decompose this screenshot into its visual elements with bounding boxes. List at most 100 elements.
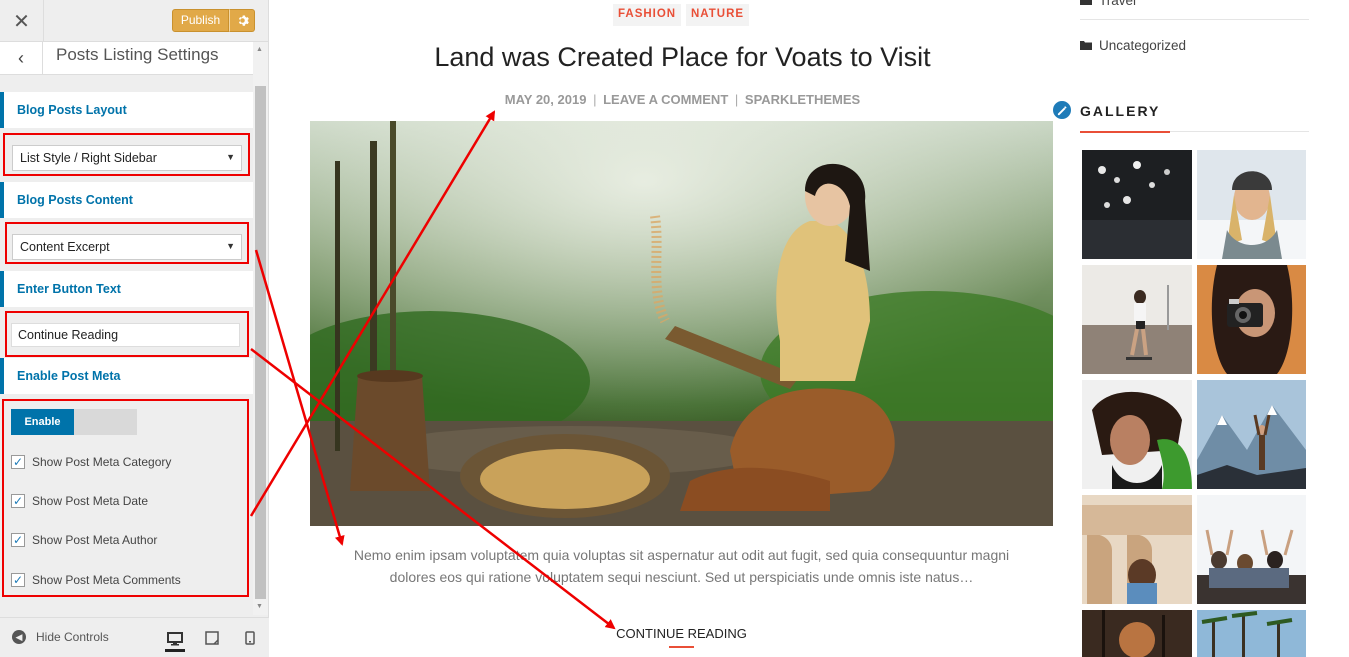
meta-separator: | bbox=[734, 92, 739, 107]
post-date-link[interactable]: MAY 20, 2019 bbox=[505, 92, 587, 107]
checkbox[interactable]: ✓ bbox=[11, 494, 25, 508]
category-label: Uncategorized bbox=[1099, 38, 1187, 53]
customizer-panel: ✕ Publish ‹ Posts Listing Settings ▲ ▼ B… bbox=[0, 0, 269, 657]
excerpt-line: dolores eos qui ratione voluptatem sequi… bbox=[389, 569, 974, 585]
pencil-icon bbox=[1057, 105, 1066, 115]
section-title: Posts Listing Settings bbox=[56, 45, 219, 64]
desktop-preview-button[interactable] bbox=[165, 628, 185, 652]
button-text-control-label: Enter Button Text bbox=[0, 271, 253, 307]
gallery-thumb-arches[interactable] bbox=[1082, 495, 1192, 604]
checkbox-label: Show Post Meta Author bbox=[32, 533, 158, 547]
caret-down-icon: ▼ bbox=[226, 152, 235, 162]
checkmark-icon: ✓ bbox=[12, 533, 24, 547]
gallery-thumb-blossoms[interactable] bbox=[1082, 150, 1192, 259]
excerpt-line: Nemo enim ipsam voluptatem quia voluptas… bbox=[353, 547, 1010, 563]
publish-settings-button[interactable] bbox=[229, 9, 255, 32]
post-title[interactable]: Land was Created Place for Voats to Visi… bbox=[290, 42, 1075, 73]
checkbox-meta-comments[interactable]: ✓ Show Post Meta Comments bbox=[11, 572, 181, 588]
featured-image-illustration bbox=[310, 121, 1053, 526]
thumb-image bbox=[1197, 265, 1306, 374]
sidebar-category-travel[interactable]: Travel bbox=[1080, 0, 1136, 8]
content-label-text: Blog Posts Content bbox=[17, 193, 133, 207]
checkbox-meta-author[interactable]: ✓ Show Post Meta Author bbox=[11, 532, 157, 548]
post-comments-link[interactable]: LEAVE A COMMENT bbox=[603, 92, 728, 107]
sidebar-divider bbox=[1080, 19, 1309, 20]
layout-select-value: List Style / Right Sidebar bbox=[20, 151, 157, 165]
thumb-image bbox=[1082, 265, 1192, 374]
content-select[interactable]: Content Excerpt ▼ bbox=[12, 234, 242, 260]
gallery-thumb-beanie-woman[interactable] bbox=[1197, 150, 1306, 259]
arrow-left-circle-icon: ◀ bbox=[12, 630, 26, 644]
folder-icon bbox=[1080, 0, 1092, 8]
checkmark-icon: ✓ bbox=[12, 455, 24, 469]
post-author-link[interactable]: SPARKLETHEMES bbox=[745, 92, 860, 107]
publish-button[interactable]: Publish bbox=[172, 9, 229, 32]
thumb-image bbox=[1082, 610, 1192, 657]
thumb-image bbox=[1082, 495, 1192, 604]
gallery-thumb-hair-woman[interactable] bbox=[1082, 380, 1192, 489]
edit-shortcut-button[interactable] bbox=[1051, 99, 1073, 121]
scroll-up-icon[interactable]: ▲ bbox=[256, 46, 263, 53]
button-text-label-text: Enter Button Text bbox=[17, 282, 121, 296]
checkmark-icon: ✓ bbox=[12, 494, 24, 508]
gallery-thumb-mountains[interactable] bbox=[1197, 380, 1306, 489]
meta-separator: | bbox=[593, 92, 597, 107]
toggle-on-label: Enable bbox=[11, 409, 74, 435]
tablet-preview-button[interactable] bbox=[202, 628, 222, 648]
gallery-title: GALLERY bbox=[1080, 103, 1161, 119]
gear-icon bbox=[238, 15, 249, 26]
category-label: Travel bbox=[1099, 0, 1137, 8]
continue-reading-button[interactable]: CONTINUE READING bbox=[560, 626, 803, 641]
post-meta-toggle[interactable]: Enable bbox=[11, 409, 137, 435]
post-meta: MAY 20, 2019 | LEAVE A COMMENT | SPARKLE… bbox=[290, 92, 1075, 107]
gallery-thumb-skater[interactable] bbox=[1082, 265, 1192, 374]
desktop-icon bbox=[167, 631, 183, 645]
category-tag[interactable]: NATURE bbox=[686, 4, 750, 26]
chevron-left-icon: ‹ bbox=[18, 48, 24, 68]
post-meta-control-label: Enable Post Meta bbox=[0, 358, 253, 394]
checkmark-icon: ✓ bbox=[12, 573, 24, 587]
checkbox-label: Show Post Meta Comments bbox=[32, 573, 181, 587]
gallery-divider-accent bbox=[1080, 131, 1170, 133]
checkbox-label: Show Post Meta Date bbox=[32, 494, 149, 508]
mobile-icon bbox=[245, 631, 255, 645]
screen: ✕ Publish ‹ Posts Listing Settings ▲ ▼ B… bbox=[0, 0, 1349, 657]
gallery-thumb-camera-woman[interactable] bbox=[1197, 265, 1306, 374]
gallery-thumb-sunset[interactable] bbox=[1082, 610, 1192, 657]
content-select-value: Content Excerpt bbox=[20, 240, 110, 254]
layout-select[interactable]: List Style / Right Sidebar ▼ bbox=[12, 145, 242, 171]
thumb-image bbox=[1197, 495, 1306, 604]
caret-down-icon: ▼ bbox=[226, 241, 235, 251]
gallery-thumb-palms[interactable] bbox=[1197, 610, 1306, 657]
sidebar-category-uncategorized[interactable]: Uncategorized bbox=[1080, 38, 1186, 53]
checkbox[interactable]: ✓ bbox=[11, 533, 25, 547]
checkbox-label: Show Post Meta Category bbox=[32, 455, 172, 469]
customizer-footer: ◀ Hide Controls bbox=[0, 617, 269, 657]
thumb-image bbox=[1197, 150, 1306, 259]
thumb-image bbox=[1082, 380, 1192, 489]
content-control-label: Blog Posts Content bbox=[0, 182, 253, 218]
section-header: ‹ Posts Listing Settings bbox=[0, 42, 253, 75]
close-customizer-button[interactable]: ✕ bbox=[0, 0, 44, 42]
checkbox[interactable]: ✓ bbox=[11, 455, 25, 469]
back-button[interactable]: ‹ bbox=[0, 42, 43, 75]
post-featured-image[interactable] bbox=[310, 121, 1053, 526]
mobile-preview-button[interactable] bbox=[240, 628, 260, 648]
checkbox[interactable]: ✓ bbox=[11, 573, 25, 587]
continue-underline bbox=[669, 646, 694, 648]
hide-controls-button[interactable]: ◀ Hide Controls bbox=[12, 630, 109, 644]
post-meta-label-text: Enable Post Meta bbox=[17, 369, 121, 383]
category-tag[interactable]: FASHION bbox=[613, 4, 682, 26]
checkbox-meta-category[interactable]: ✓ Show Post Meta Category bbox=[11, 454, 171, 470]
gallery-thumb-friends-sky[interactable] bbox=[1197, 495, 1306, 604]
thumb-image bbox=[1197, 380, 1306, 489]
checkbox-meta-date[interactable]: ✓ Show Post Meta Date bbox=[11, 493, 148, 509]
layout-control-label: Blog Posts Layout bbox=[0, 92, 253, 128]
scroll-down-icon[interactable]: ▼ bbox=[256, 603, 263, 610]
button-text-input[interactable] bbox=[11, 323, 240, 347]
panel-scrollbar-thumb[interactable] bbox=[255, 86, 266, 599]
customizer-header: ✕ Publish bbox=[0, 0, 268, 42]
thumb-image bbox=[1197, 610, 1306, 657]
post-excerpt: Nemo enim ipsam voluptatem quia voluptas… bbox=[310, 544, 1053, 588]
tablet-icon bbox=[205, 631, 219, 645]
